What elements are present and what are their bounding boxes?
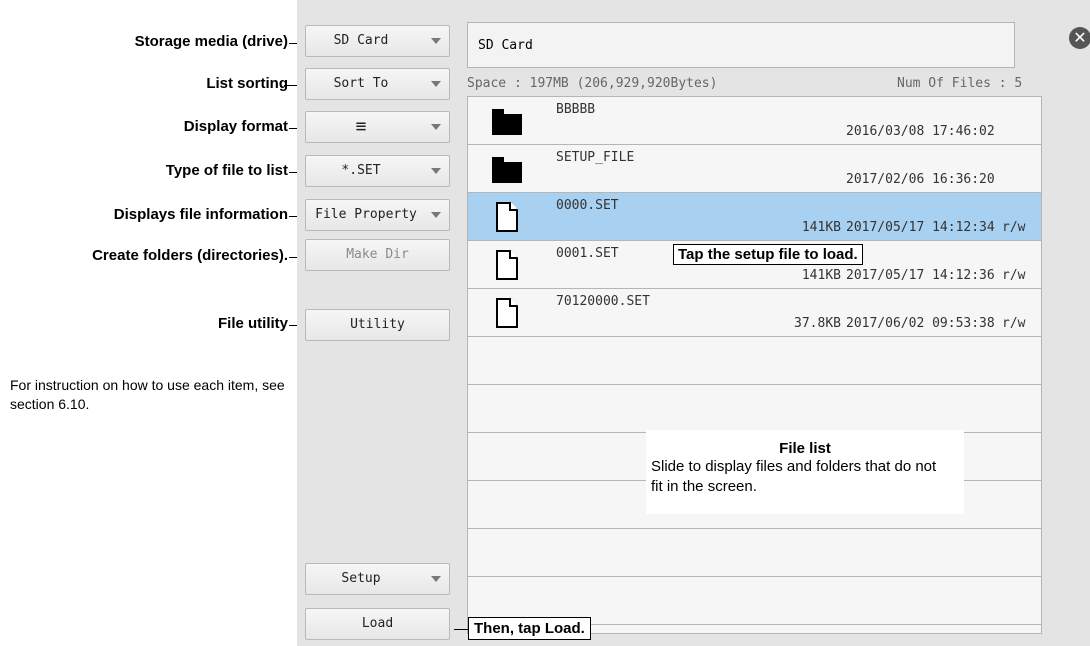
chevron-down-icon: [431, 81, 441, 87]
file-icon: [496, 202, 518, 232]
make-dir-button[interactable]: Make Dir: [305, 239, 450, 271]
close-icon[interactable]: ✕: [1069, 27, 1090, 49]
file-type-label: *.SET: [341, 163, 381, 178]
file-permission: r/w: [1002, 268, 1026, 283]
load-label: Load: [361, 616, 394, 631]
list-item[interactable]: 70120000.SET 37.8KB 2017/06/02 09:53:38 r/w: [468, 289, 1041, 337]
file-permission: r/w: [1002, 316, 1026, 331]
list-view-icon: ≡: [355, 116, 367, 137]
callout-display-format: Display format: [183, 118, 288, 135]
folder-icon: [492, 157, 522, 183]
callout-create-folders: Create folders (directories).: [92, 247, 288, 264]
chevron-down-icon: [431, 212, 441, 218]
file-name: 0001.SET: [556, 246, 619, 261]
file-date: 2017/05/17 14:12:34: [846, 220, 995, 235]
leader-line: [454, 629, 468, 630]
file-size: 141KB: [801, 268, 841, 283]
callout-storage: Storage media (drive): [134, 33, 288, 50]
instruction-note: For instruction on how to use each item,…: [10, 377, 285, 412]
file-date: 2016/03/08 17:46:02: [846, 124, 995, 139]
callout-file-info: Displays file information: [113, 206, 288, 223]
make-dir-label: Make Dir: [346, 247, 409, 262]
file-list-title: File list: [779, 440, 831, 457]
file-type-dropdown[interactable]: *.SET: [305, 155, 450, 187]
folder-icon: [492, 109, 522, 135]
file-list-caption: File list Slide to display files and fol…: [646, 430, 964, 514]
file-date: 2017/06/02 09:53:38: [846, 316, 995, 331]
chevron-down-icon: [431, 168, 441, 174]
file-property-dropdown[interactable]: File Property: [305, 199, 450, 231]
current-path-text: SD Card: [478, 38, 533, 53]
utility-button[interactable]: Utility: [305, 309, 450, 341]
list-item[interactable]: SETUP_FILE 2017/02/06 16:36:20: [468, 145, 1041, 193]
list-item[interactable]: 0000.SET 141KB 2017/05/17 14:12:34 r/w: [468, 193, 1041, 241]
callout-sorting: List sorting: [206, 75, 288, 92]
display-format-dropdown[interactable]: ≡: [305, 111, 450, 143]
list-item[interactable]: [468, 529, 1041, 577]
file-name: 0000.SET: [556, 198, 619, 213]
list-item[interactable]: [468, 337, 1041, 385]
sort-dropdown[interactable]: Sort To: [305, 68, 450, 100]
load-button[interactable]: Load: [305, 608, 450, 640]
chevron-down-icon: [431, 124, 441, 130]
sort-label: Sort To: [333, 76, 389, 91]
file-size: 141KB: [801, 220, 841, 235]
chevron-down-icon: [431, 38, 441, 44]
space-info: Space : 197MB (206,929,920Bytes): [467, 76, 718, 91]
tap-setup-callout: Tap the setup file to load.: [673, 244, 863, 265]
callout-file-utility: File utility: [217, 315, 288, 332]
file-date: 2017/05/17 14:12:36: [846, 268, 995, 283]
current-path: SD Card: [467, 22, 1015, 68]
file-name: SETUP_FILE: [556, 150, 635, 165]
list-item[interactable]: [468, 385, 1041, 433]
drive-label: SD Card: [333, 33, 389, 48]
drive-dropdown[interactable]: SD Card: [305, 25, 450, 57]
file-permission: r/w: [1002, 220, 1026, 235]
file-size: 37.8KB: [794, 316, 841, 331]
setup-label: Setup: [341, 571, 381, 586]
callout-file-type: Type of file to list: [165, 162, 288, 179]
file-list-description: Slide to display files and folders that …: [651, 458, 937, 495]
file-icon: [496, 250, 518, 280]
file-count: Num Of Files : 5: [897, 76, 1023, 91]
file-property-label: File Property: [315, 207, 417, 222]
file-list[interactable]: BBBBB 2016/03/08 17:46:02 SETUP_FILE 2017/0…: [467, 96, 1042, 634]
list-item[interactable]: BBBBB 2016/03/08 17:46:02: [468, 97, 1041, 145]
setup-dropdown[interactable]: Setup: [305, 563, 450, 595]
chevron-down-icon: [431, 576, 441, 582]
file-name: 70120000.SET: [556, 294, 650, 309]
file-name: BBBBB: [556, 102, 596, 117]
file-date: 2017/02/06 16:36:20: [846, 172, 995, 187]
file-icon: [496, 298, 518, 328]
then-load-callout: Then, tap Load.: [468, 617, 591, 640]
utility-label: Utility: [350, 317, 405, 332]
